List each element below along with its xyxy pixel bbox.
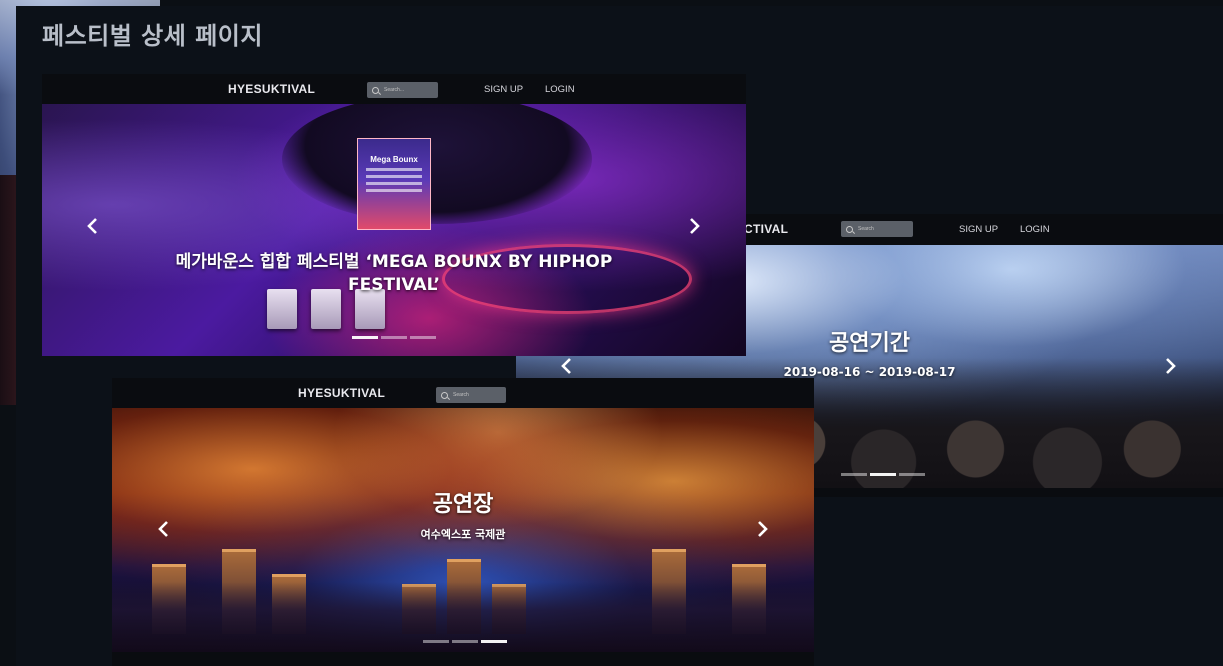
chevron-right-icon [1166,358,1176,374]
carousel-prev-button[interactable] [84,217,102,235]
carousel-heading: 공연장 [432,492,494,517]
festival-poster[interactable]: Mega Bounx [357,138,431,230]
carousel-indicators [352,336,436,339]
indicator-active[interactable] [352,336,378,339]
search-icon [846,225,853,233]
navbar: HYESUKTIVAL Search [112,378,814,408]
carousel-next-button[interactable] [753,520,771,538]
search-icon [372,86,379,94]
search-input[interactable]: Search... [367,82,438,98]
indicator[interactable] [841,473,867,476]
page-title: 페스티벌 상세 페이지 [42,22,263,50]
search-placeholder: Search [858,226,874,232]
chevron-right-icon [690,218,700,234]
carousel-prev-button[interactable] [155,520,173,538]
signup-link[interactable]: SIGN UP [959,224,998,235]
carousel-next-button[interactable] [1161,357,1179,375]
indicator[interactable] [452,640,478,643]
brand-logo[interactable]: HYESUKTIVAL [228,82,315,96]
hero-carousel: Mega Bounx 메가바운스 힙합 페스티벌 ‘MEGA BOUNX BY … [42,104,746,356]
chevron-left-icon [561,358,571,374]
carousel-prev-button[interactable] [558,357,576,375]
poster-title: Mega Bounx [370,155,418,164]
search-input[interactable]: Search [841,221,913,237]
indicator[interactable] [410,336,436,339]
carousel-caption: 메가바운스 힙합 페스티벌 ‘MEGA BOUNX BY HIPHOP FEST… [42,251,746,297]
hero-carousel: 공연장 여수엑스포 국제관 [112,408,814,652]
brand-logo[interactable]: CTIVAL [744,222,788,236]
hand-silhouette [282,104,592,224]
login-link[interactable]: LOGIN [1020,224,1050,235]
carousel-next-button[interactable] [685,217,703,235]
screenshot-venue: HYESUKTIVAL Search 공연장 여수엑스포 국제관 [112,378,814,666]
login-link[interactable]: LOGIN [545,84,575,95]
indicator[interactable] [899,473,925,476]
indicator-active[interactable] [481,640,507,643]
carousel-indicators [423,640,507,643]
caption-line-2: FESTIVAL’ [348,275,440,295]
chevron-left-icon [158,521,168,537]
indicator[interactable] [381,336,407,339]
search-input[interactable]: Search [436,387,506,403]
page-footer [112,652,814,666]
search-placeholder: Search... [384,87,405,93]
presentation-canvas: 페스티벌 상세 페이지 CTIVAL Search SIGN UP LOGIN … [16,6,1223,666]
indicator[interactable] [423,640,449,643]
chevron-left-icon [87,218,97,234]
signup-link[interactable]: SIGN UP [484,84,523,95]
carousel-dates: 2019-08-16 ~ 2019-08-17 [783,365,956,379]
caption-line-1: 메가바운스 힙합 페스티벌 ‘MEGA BOUNX BY HIPHOP [175,252,613,272]
brand-logo[interactable]: HYESUKTIVAL [298,386,385,400]
screenshot-main: HYESUKTIVAL Search... SIGN UP LOGIN Mega… [42,74,746,356]
indicator-active[interactable] [870,473,896,476]
carousel-venue: 여수엑스포 국제관 [420,528,506,541]
search-placeholder: Search [453,392,469,398]
navbar: HYESUKTIVAL Search... SIGN UP LOGIN [42,74,746,104]
carousel-indicators [841,473,925,476]
search-icon [441,391,448,399]
chevron-right-icon [758,521,768,537]
